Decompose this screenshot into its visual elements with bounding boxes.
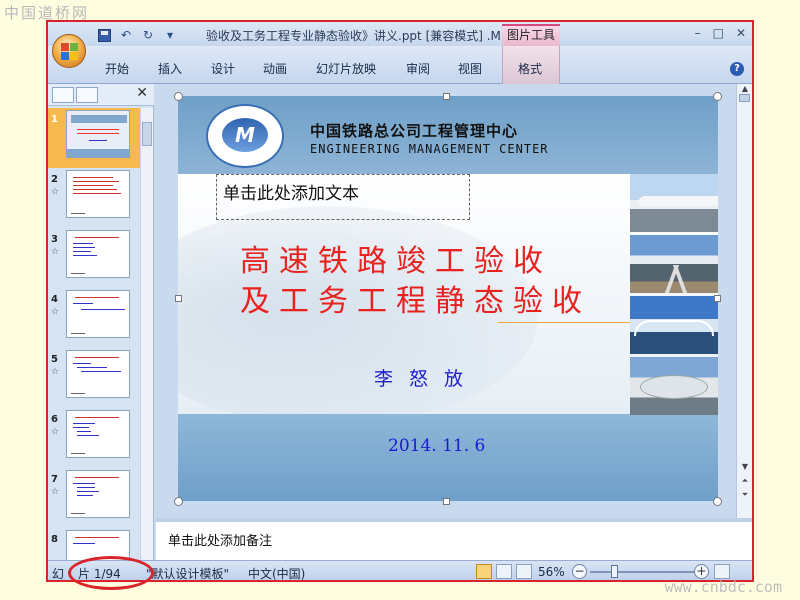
quick-access-toolbar: ↶ ↻ ▾	[96, 26, 178, 44]
close-button[interactable]: ✕	[736, 26, 746, 40]
resize-handle-tl[interactable]	[174, 92, 183, 101]
highlight-circle	[68, 556, 154, 590]
design-template-name[interactable]: "默认设计模板"	[146, 565, 229, 580]
tab-review[interactable]: 审阅	[406, 60, 430, 77]
thumbnail-slide-2[interactable]: 2 ☆	[48, 168, 140, 228]
slide-editor: M 中国铁路总公司工程管理中心 ENGINEERING MANAGEMENT C…	[156, 84, 736, 518]
slide-title[interactable]: 高速铁路竣工验收 及工务工程静态验收	[240, 242, 591, 322]
normal-view-icon[interactable]	[476, 564, 492, 579]
resize-handle-br[interactable]	[713, 497, 722, 506]
photo-railway-bridge[interactable]	[630, 296, 718, 354]
photo-railway-track[interactable]	[630, 235, 718, 293]
tab-view[interactable]: 视图	[458, 60, 482, 77]
zoom-in-icon[interactable]: +	[694, 564, 709, 579]
title-bar: ↶ ↻ ▾ 验收及工务工程专业静态验收》讲义.ppt [兼容模式] .M 图片工…	[48, 22, 752, 46]
logo-emblem-icon: M	[222, 118, 268, 152]
tab-format[interactable]: 格式	[518, 60, 542, 77]
tab-outline-view[interactable]	[76, 87, 98, 103]
previous-slide-icon[interactable]: ⏶	[740, 476, 750, 486]
fit-to-window-icon[interactable]	[714, 564, 730, 579]
picture-tools-tab: 图片工具	[502, 24, 560, 46]
window-controls: – □ ✕	[695, 26, 746, 40]
ribbon: 开始 插入 设计 动画 幻灯片放映 审阅 视图 格式 ?	[48, 46, 752, 84]
photo-high-speed-train[interactable]	[630, 174, 718, 232]
scroll-down-icon[interactable]: ▼	[740, 462, 750, 471]
resize-handle-b[interactable]	[443, 498, 450, 505]
resize-handle-bl[interactable]	[174, 497, 183, 506]
powerpoint-window: ↶ ↻ ▾ 验收及工务工程专业静态验收》讲义.ppt [兼容模式] .M 图片工…	[46, 20, 754, 582]
thumbnail-slide-5[interactable]: 5 ☆	[48, 348, 140, 408]
slide-date[interactable]: 2014. 11. 6	[388, 436, 485, 456]
minimize-button[interactable]: –	[695, 26, 701, 40]
resize-handle-tr[interactable]	[713, 92, 722, 101]
animation-star-icon: ☆	[51, 367, 60, 377]
slide-scroll-thumb[interactable]	[739, 94, 750, 102]
zoom-slider-track[interactable]	[590, 571, 694, 573]
next-slide-icon[interactable]: ⏷	[740, 490, 750, 500]
animation-star-icon: ☆	[51, 247, 60, 257]
tab-animations[interactable]: 动画	[263, 60, 287, 77]
title-line-2: 及工务工程静态验收	[240, 284, 591, 319]
slides-panel: ✕ 1 2 ☆ 3 ☆ 4 ☆ 5 ☆ 6 ☆ 7 ☆ 8	[48, 84, 154, 578]
resize-handle-l[interactable]	[175, 295, 182, 302]
slide-footer-band	[178, 414, 718, 501]
thumbnail-scroll-thumb[interactable]	[142, 122, 152, 146]
office-logo-icon	[61, 43, 79, 61]
tab-slide-show[interactable]: 幻灯片放映	[316, 60, 376, 77]
undo-icon[interactable]: ↶	[118, 27, 134, 43]
slide-show-view-icon[interactable]	[516, 564, 532, 579]
language-indicator[interactable]: 中文(中国)	[248, 565, 305, 580]
window-title: 验收及工务工程专业静态验收》讲义.ppt [兼容模式] .M	[206, 29, 501, 43]
close-panel-icon[interactable]: ✕	[136, 85, 148, 101]
org-name-cn: 中国铁路总公司工程管理中心	[310, 122, 519, 140]
save-icon[interactable]	[96, 27, 112, 43]
zoom-out-icon[interactable]: −	[572, 564, 587, 579]
zoom-slider-knob[interactable]	[611, 565, 618, 578]
zoom-level[interactable]: 56%	[538, 565, 565, 579]
thumbnail-slide-1[interactable]: 1	[48, 108, 140, 168]
notes-pane[interactable]: 单击此处添加备注	[156, 518, 752, 560]
tab-slides-view[interactable]	[52, 87, 74, 103]
thumbnail-scrollbar[interactable]	[140, 108, 153, 560]
slide-author[interactable]: 李怒放	[374, 364, 479, 391]
title-line-1: 高速铁路竣工验收	[240, 244, 552, 279]
resize-handle-t[interactable]	[443, 93, 450, 100]
thumbnail-list: 1 2 ☆ 3 ☆ 4 ☆ 5 ☆ 6 ☆ 7 ☆ 8	[48, 108, 140, 578]
thumbnail-slide-4[interactable]: 4 ☆	[48, 288, 140, 348]
help-icon[interactable]: ?	[730, 62, 744, 76]
photo-railway-station[interactable]	[630, 357, 718, 415]
slide-sorter-view-icon[interactable]	[496, 564, 512, 579]
tab-home[interactable]: 开始	[105, 60, 129, 77]
watermark-bottom-right: www.cnbdc.com	[664, 578, 782, 596]
panel-tabs: ✕	[48, 84, 154, 106]
slide-canvas[interactable]: M 中国铁路总公司工程管理中心 ENGINEERING MANAGEMENT C…	[178, 96, 718, 501]
animation-star-icon: ☆	[51, 427, 60, 437]
emc-logo: M	[206, 104, 284, 168]
redo-icon[interactable]: ↻	[140, 27, 156, 43]
tab-design[interactable]: 设计	[211, 60, 235, 77]
office-button[interactable]	[52, 34, 86, 68]
tab-insert[interactable]: 插入	[158, 60, 182, 77]
animation-star-icon: ☆	[51, 487, 60, 497]
org-name-en: ENGINEERING MANAGEMENT CENTER	[310, 142, 549, 156]
thumbnail-slide-6[interactable]: 6 ☆	[48, 408, 140, 468]
animation-star-icon: ☆	[51, 187, 60, 197]
animation-star-icon: ☆	[51, 307, 60, 317]
resize-handle-r[interactable]	[714, 295, 721, 302]
thumbnail-slide-7[interactable]: 7 ☆	[48, 468, 140, 528]
scroll-up-icon[interactable]: ▲	[740, 84, 750, 93]
thumbnail-slide-3[interactable]: 3 ☆	[48, 228, 140, 288]
text-placeholder[interactable]: 单击此处添加文本	[216, 174, 470, 220]
customize-toolbar-icon[interactable]: ▾	[162, 27, 178, 43]
notes-placeholder: 单击此处添加备注	[168, 534, 273, 549]
slide-scrollbar[interactable]: ▲ ▼ ⏶ ⏷	[736, 84, 752, 518]
slide-label-prefix: 幻	[52, 567, 65, 581]
maximize-button[interactable]: □	[713, 26, 724, 40]
